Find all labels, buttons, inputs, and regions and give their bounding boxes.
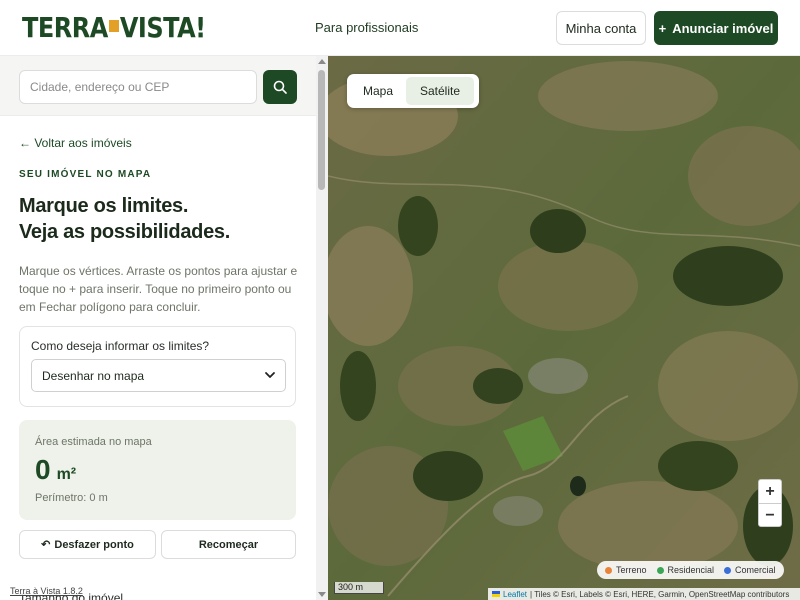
top-header: TERRA VISTA! Para profissionais Minha co… (0, 0, 800, 56)
headline-line-1: Marque os limites. (19, 195, 189, 217)
undo-button-label: Desfazer ponto (54, 538, 134, 551)
sidebar-scrollbar[interactable] (316, 56, 328, 600)
logo[interactable]: TERRA VISTA! (22, 12, 206, 44)
back-to-properties-link[interactable]: ← Voltar aos imóveis (19, 136, 132, 150)
estimated-area-card: Área estimada no mapa 0 m² Perímetro: 0 … (19, 420, 296, 520)
map-view[interactable]: Mapa Satélite + − Terreno Residencial Co… (328, 56, 800, 600)
legend-label: Comercial (735, 565, 776, 575)
map-scale: 300 m (334, 582, 384, 594)
undo-icon: ↶ (41, 539, 51, 551)
page-title: Marque os limites. Veja as possibilidade… (19, 193, 230, 245)
undo-point-button[interactable]: ↶ Desfazer ponto (19, 530, 156, 559)
area-label: Área estimada no mapa (35, 436, 152, 448)
map-attribution: Leaflet | Tiles © Esri, Labels © Esri, H… (488, 588, 800, 600)
legend-item-terreno: Terreno (605, 565, 647, 575)
zoom-control: + − (758, 479, 782, 527)
map-type-toggle: Mapa Satélite (347, 74, 479, 108)
select-value: Desenhar no mapa (42, 368, 145, 383)
search-icon (273, 80, 287, 94)
tab-satellite[interactable]: Satélite (406, 77, 474, 105)
nav-link-professionals[interactable]: Para profissionais (315, 20, 418, 35)
sidebar: ← Voltar aos imóveis SEU IMÓVEL NO MAPA … (0, 56, 328, 600)
headline-line-2: Veja as possibilidades. (19, 221, 230, 243)
restart-button[interactable]: Recomeçar (161, 530, 296, 559)
tab-map[interactable]: Mapa (350, 77, 406, 105)
ukraine-flag-icon (492, 591, 500, 597)
perimeter-text: Perímetro: 0 m (35, 492, 108, 504)
boundary-method-label: Como deseja informar os limites? (31, 339, 210, 353)
area-unit: m² (56, 466, 77, 483)
area-number: 0 (35, 454, 51, 485)
scroll-thumb[interactable] (318, 70, 325, 190)
legend-dot-terreno (605, 566, 612, 574)
logo-text-right: VISTA! (119, 11, 206, 45)
plus-icon: + (658, 20, 667, 36)
section-eyebrow: SEU IMÓVEL NO MAPA (19, 169, 152, 180)
search-bar (0, 56, 316, 116)
scroll-up-arrow-icon[interactable] (318, 59, 326, 64)
search-input[interactable] (19, 70, 257, 104)
version-link[interactable]: Terra à Vista 1.8.2 (10, 586, 83, 596)
scroll-down-arrow-icon[interactable] (318, 592, 326, 597)
boundary-method-card: Como deseja informar os limites? Desenha… (19, 326, 296, 407)
search-button[interactable] (263, 70, 297, 104)
announce-button-label: Anunciar imóvel (672, 20, 774, 36)
legend-label: Residencial (667, 565, 715, 575)
logo-house-icon (108, 20, 119, 32)
legend-dot-residencial (656, 566, 664, 574)
boundary-method-select[interactable]: Desenhar no mapa (31, 359, 286, 392)
area-value: 0 m² (35, 454, 76, 486)
legend-dot-comercial (724, 566, 732, 574)
attribution-text: | Tiles © Esri, Labels © Esri, HERE, Gar… (530, 589, 790, 599)
logo-text-left: TERRA (22, 11, 108, 45)
my-account-button[interactable]: Minha conta (556, 11, 646, 45)
zoom-out-button[interactable]: − (759, 504, 781, 527)
instructions-text: Marque os vértices. Arraste os pontos pa… (19, 264, 298, 314)
chevron-down-icon (265, 372, 275, 378)
legend-item-comercial: Comercial (724, 565, 776, 575)
zoom-in-button[interactable]: + (759, 480, 781, 503)
map-legend: Terreno Residencial Comercial (597, 561, 784, 579)
satellite-imagery (328, 56, 800, 600)
announce-property-button[interactable]: + Anunciar imóvel (654, 11, 778, 45)
leaflet-link[interactable]: Leaflet (503, 590, 527, 599)
legend-label: Terreno (616, 565, 647, 575)
legend-item-residencial: Residencial (656, 565, 715, 575)
